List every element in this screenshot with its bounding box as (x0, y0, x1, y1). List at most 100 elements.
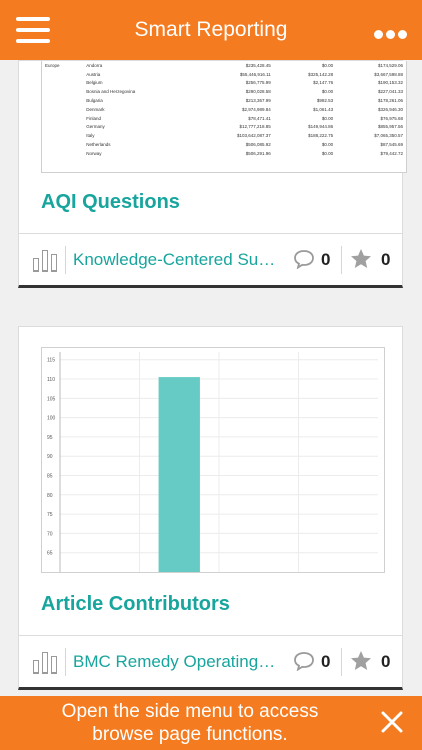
preview-cell: Belgium (86, 80, 103, 86)
preview-cell (42, 105, 83, 114)
close-icon[interactable] (380, 710, 404, 734)
card-title[interactable]: Article Contributors (41, 593, 230, 616)
preview-cell: $2,974,989.84 (241, 106, 271, 112)
y-tick-label: 65 (47, 551, 53, 557)
preview-cell: Austria (86, 71, 101, 77)
preview-cell: $79,442.72 (380, 150, 403, 156)
card-title[interactable]: AQI Questions (41, 191, 180, 214)
comment-count: 0 (321, 250, 331, 269)
preview-cell: $235,428.45 (245, 62, 271, 68)
preview-cell: $188,222.75 (308, 133, 334, 139)
preview-row: Netherlands $506,085.92 $0.00 $87,545.69 (42, 140, 406, 149)
preview-cell: $76,975.68 (380, 115, 403, 121)
y-tick-label: 115 (47, 358, 55, 364)
preview-row: Bosnia and Herzegovina $290,028.58 $0.00 $2… (42, 87, 406, 96)
preview-cell: $506,291.96 (245, 150, 271, 156)
comment-icon[interactable] (293, 249, 315, 269)
divider (341, 648, 342, 676)
y-tick-label: 80 (47, 493, 53, 499)
bar-chart-icon (33, 248, 57, 272)
preview-cell (42, 131, 83, 140)
star-count: 0 (381, 250, 391, 269)
y-tick-label: 105 (47, 396, 56, 402)
y-tick-label: 100 (47, 416, 56, 422)
star-icon[interactable] (349, 247, 373, 271)
preview-row: Bulgaria $213,367.99 $992.53 $178,261.06 (42, 96, 406, 105)
y-tick-label: 75 (47, 512, 53, 518)
report-card-aqi[interactable]: Europe Andorra $235,428.45 $0.00 $174,529.06… (18, 60, 407, 288)
preview-cell: $55,446,916.11 (239, 71, 271, 77)
report-preview-table: Europe Andorra $235,428.45 $0.00 $174,529.06… (41, 61, 407, 173)
preview-cell: $103,642,087.37 (236, 133, 271, 139)
preview-cell: $7,065,350.57 (374, 133, 403, 139)
app-header: Smart Reporting (0, 0, 422, 60)
preview-cell (42, 79, 83, 88)
preview-cell (42, 149, 83, 158)
more-dots-icon[interactable] (374, 26, 410, 39)
preview-cell (42, 114, 83, 123)
preview-cell: $506,085.92 (245, 142, 271, 148)
toast-message: Open the side menu to access browse page… (61, 701, 319, 745)
bar-chart: 65 70 75 80 85 90 95 100 105 110 115 (41, 347, 385, 573)
preview-row: Austria $55,446,916.11 $325,142.28 $3,667,5… (42, 70, 406, 79)
comment-icon[interactable] (293, 651, 315, 671)
preview-cell: $87,545.69 (380, 142, 403, 148)
preview-cell (42, 123, 83, 132)
preview-cell: $1,061.43 (313, 106, 334, 112)
preview-row: Germany $12,777,218.85 $149,944.86 $855,957… (42, 123, 406, 132)
preview-cell: Norway (86, 150, 102, 156)
preview-cell: $12,777,218.85 (239, 124, 271, 130)
preview-cell: Finland (86, 115, 101, 121)
preview-cell: $213,367.99 (245, 98, 271, 104)
preview-row: Italy $103,642,087.37 $188,222.75 $7,065,35… (42, 131, 406, 140)
report-card-article-contributors[interactable]: 65 70 75 80 85 90 95 100 105 110 115 Article Contr… (18, 326, 403, 690)
y-tick-label: 95 (47, 435, 53, 441)
bar (158, 377, 200, 572)
preview-row: Denmark $2,974,989.84 $1,061.43 $326,946.30 (42, 105, 406, 114)
star-count: 0 (381, 652, 391, 671)
source-link[interactable]: BMC Remedy Operating Services (73, 652, 278, 672)
hint-toast: Open the side menu to access browse page… (0, 696, 422, 750)
preview-row: Belgium $256,775.99 $2,147.76 $190,153.32 (42, 79, 406, 88)
y-tick-label: 110 (47, 377, 55, 383)
preview-cell: Europe (45, 62, 60, 68)
preview-cell: $0.00 (321, 115, 334, 121)
preview-cell: $3,667,598.88 (374, 71, 403, 77)
y-tick-label: 90 (47, 454, 53, 460)
preview-cell: $178,261.06 (377, 98, 403, 104)
preview-cell (42, 96, 83, 105)
y-tick-label: 70 (47, 531, 53, 537)
source-link[interactable]: Knowledge-Centered Support (73, 250, 278, 270)
app-title: Smart Reporting (134, 18, 288, 41)
divider (65, 246, 66, 274)
preview-cell (42, 70, 83, 79)
divider (341, 246, 342, 274)
preview-cell: $855,957.56 (377, 124, 403, 130)
preview-cell: $290,028.58 (245, 89, 271, 95)
chart-svg: 65 70 75 80 85 90 95 100 105 110 115 (47, 352, 378, 572)
preview-cell: $256,775.99 (245, 80, 271, 86)
preview-table: Europe Andorra $235,428.45 $0.00 $174,529.06… (42, 61, 406, 158)
comment-count: 0 (321, 652, 331, 671)
preview-cell: $149,944.86 (308, 124, 334, 130)
preview-cell: $992.53 (316, 98, 334, 104)
preview-cell: $78,471.41 (248, 115, 271, 121)
preview-cell: $0.00 (321, 142, 334, 148)
divider (65, 648, 66, 676)
preview-cell: Netherlands (86, 142, 111, 148)
preview-cell: $190,153.32 (377, 80, 403, 86)
preview-cell: $0.00 (321, 89, 334, 95)
card-footer: Knowledge-Centered Support 0 0 (19, 233, 402, 285)
preview-cell: $0.00 (321, 150, 334, 156)
preview-cell: $326,946.30 (377, 106, 403, 112)
preview-cell: $2,147.76 (313, 80, 334, 86)
y-tick-label: 85 (47, 474, 53, 480)
preview-cell (42, 140, 83, 149)
preview-row: Norway $506,291.96 $0.00 $79,442.72 (42, 149, 406, 158)
preview-cell: Germany (86, 124, 105, 130)
star-icon[interactable] (349, 649, 373, 673)
preview-cell: Andorra (86, 62, 103, 68)
preview-row: Finland $78,471.41 $0.00 $76,975.68 (42, 114, 406, 123)
preview-cell: Bulgaria (86, 98, 103, 104)
preview-cell: $174,529.06 (377, 62, 403, 68)
